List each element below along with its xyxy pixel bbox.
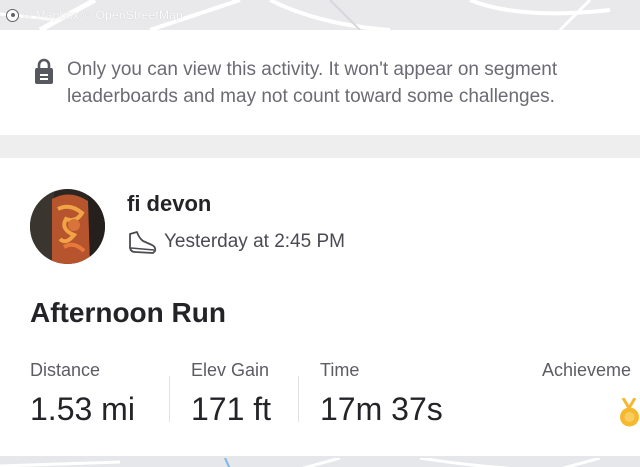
stat-distance: Distance 1.53 mi xyxy=(30,360,135,428)
stat-label: Distance xyxy=(30,360,101,380)
avatar-image xyxy=(30,189,105,264)
shoe-icon xyxy=(129,231,157,254)
athlete-name[interactable]: fi devon xyxy=(127,191,211,217)
stat-divider xyxy=(169,376,170,422)
map-streets xyxy=(0,456,601,467)
lock-icon xyxy=(35,58,53,84)
stat-time: Time 17m 37s xyxy=(320,360,443,428)
stat-achievements[interactable]: Achieveme xyxy=(542,360,640,381)
stat-label: Time xyxy=(320,360,360,380)
map-attribution[interactable]: © Mapbox © OpenStreetMap xyxy=(6,8,183,22)
activity-timestamp: Yesterday at 2:45 PM xyxy=(164,231,345,252)
stat-elev-gain: Elev Gain 171 ft xyxy=(191,360,271,428)
map-attribution-text[interactable]: © Mapbox © OpenStreetMap xyxy=(23,8,183,22)
map-bottom[interactable] xyxy=(0,456,640,467)
stat-value: 171 ft xyxy=(191,391,272,427)
map-top[interactable]: © Mapbox © OpenStreetMap xyxy=(0,0,640,30)
stat-value: 17m 37s xyxy=(320,391,443,427)
stat-value: 1.53 mi xyxy=(30,391,135,427)
stat-label: Elev Gain xyxy=(191,360,270,380)
medal-icon xyxy=(620,398,639,427)
privacy-notice-text: Only you can view this activity. It won'… xyxy=(67,59,558,107)
mapbox-logo-icon[interactable] xyxy=(6,8,19,22)
avatar[interactable] xyxy=(30,189,105,264)
stat-divider xyxy=(298,376,299,422)
activity-title[interactable]: Afternoon Run xyxy=(30,297,226,329)
stat-label: Achieveme xyxy=(542,360,632,380)
